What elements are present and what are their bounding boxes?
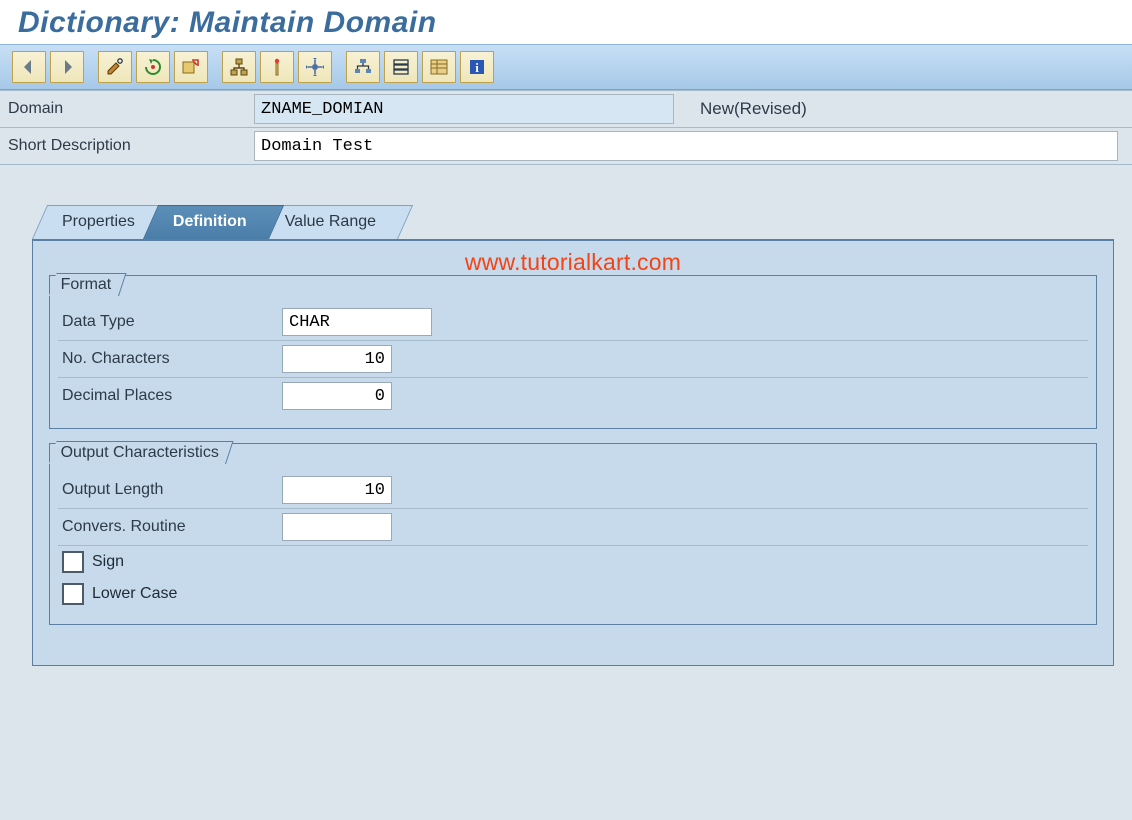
format-group-title: Format [61,276,112,294]
output-length-label: Output Length [62,481,282,499]
details-button[interactable] [422,51,456,83]
arrow-left-icon [19,57,39,77]
output-length-row: Output Length [58,472,1088,509]
check-button[interactable] [174,51,208,83]
no-characters-row: No. Characters [58,341,1088,378]
output-group-title: Output Characteristics [61,444,219,462]
table-icon [429,57,449,77]
domain-label: Domain [0,100,254,118]
org-chart-icon [353,57,373,77]
lower-case-row: Lower Case [58,578,1088,610]
page-title: Dictionary: Maintain Domain [18,6,1114,40]
short-description-field[interactable] [254,131,1118,161]
decimal-places-row: Decimal Places [58,378,1088,414]
recycle-icon [143,57,163,77]
decimal-places-field[interactable] [282,382,392,410]
watermark-text: www.tutorialkart.com [465,249,681,276]
lower-case-checkbox[interactable] [62,583,84,605]
tab-definition[interactable]: Definition [143,205,269,239]
sign-row: Sign [58,546,1088,578]
title-bar: Dictionary: Maintain Domain [0,0,1132,44]
short-description-label: Short Description [0,137,254,155]
info-icon: i [467,57,487,77]
matchstick-icon [267,57,287,77]
output-characteristics-group: Output Characteristics Output Length Con… [49,443,1097,625]
where-used-button[interactable] [298,51,332,83]
convers-routine-field[interactable] [282,513,392,541]
domain-row: Domain New(Revised) [0,91,1132,128]
documentation-button[interactable]: i [460,51,494,83]
forward-button[interactable] [50,51,84,83]
hierarchy-analysis-button[interactable] [346,51,380,83]
check-box-icon [181,57,201,77]
sign-label: Sign [92,553,124,571]
lower-case-label: Lower Case [92,585,177,603]
where-used-icon [305,57,325,77]
output-length-field[interactable] [282,476,392,504]
sign-checkbox[interactable] [62,551,84,573]
domain-status: New(Revised) [700,99,807,119]
decimal-places-label: Decimal Places [62,387,282,405]
stacked-rows-icon [391,57,411,77]
hierarchy-icon [229,57,249,77]
short-desc-row: Short Description [0,128,1132,165]
tab-pane-definition: www.tutorialkart.com Format Data Type No… [32,239,1114,666]
no-characters-label: No. Characters [62,350,282,368]
display-change-button[interactable] [98,51,132,83]
data-type-label: Data Type [62,313,282,331]
append-structure-button[interactable] [384,51,418,83]
convers-routine-row: Convers. Routine [58,509,1088,546]
format-group: Format Data Type No. Characters Decimal … [49,275,1097,429]
svg-text:i: i [475,60,479,75]
match-button[interactable] [260,51,294,83]
back-button[interactable] [12,51,46,83]
convers-routine-label: Convers. Routine [62,518,282,536]
tab-area: Properties Definition Value Range www.tu… [0,165,1132,666]
domain-field[interactable] [254,94,674,124]
data-type-field[interactable] [282,308,432,336]
data-type-row: Data Type [58,304,1088,341]
activate-button[interactable] [222,51,256,83]
pencil-glasses-icon [105,57,125,77]
no-characters-field[interactable] [282,345,392,373]
header-section: Domain New(Revised) Short Description [0,90,1132,165]
tab-strip: Properties Definition Value Range [32,205,1114,239]
toolbar: i [0,44,1132,90]
other-object-button[interactable] [136,51,170,83]
tab-properties[interactable]: Properties [32,205,157,239]
arrow-right-icon [57,57,77,77]
